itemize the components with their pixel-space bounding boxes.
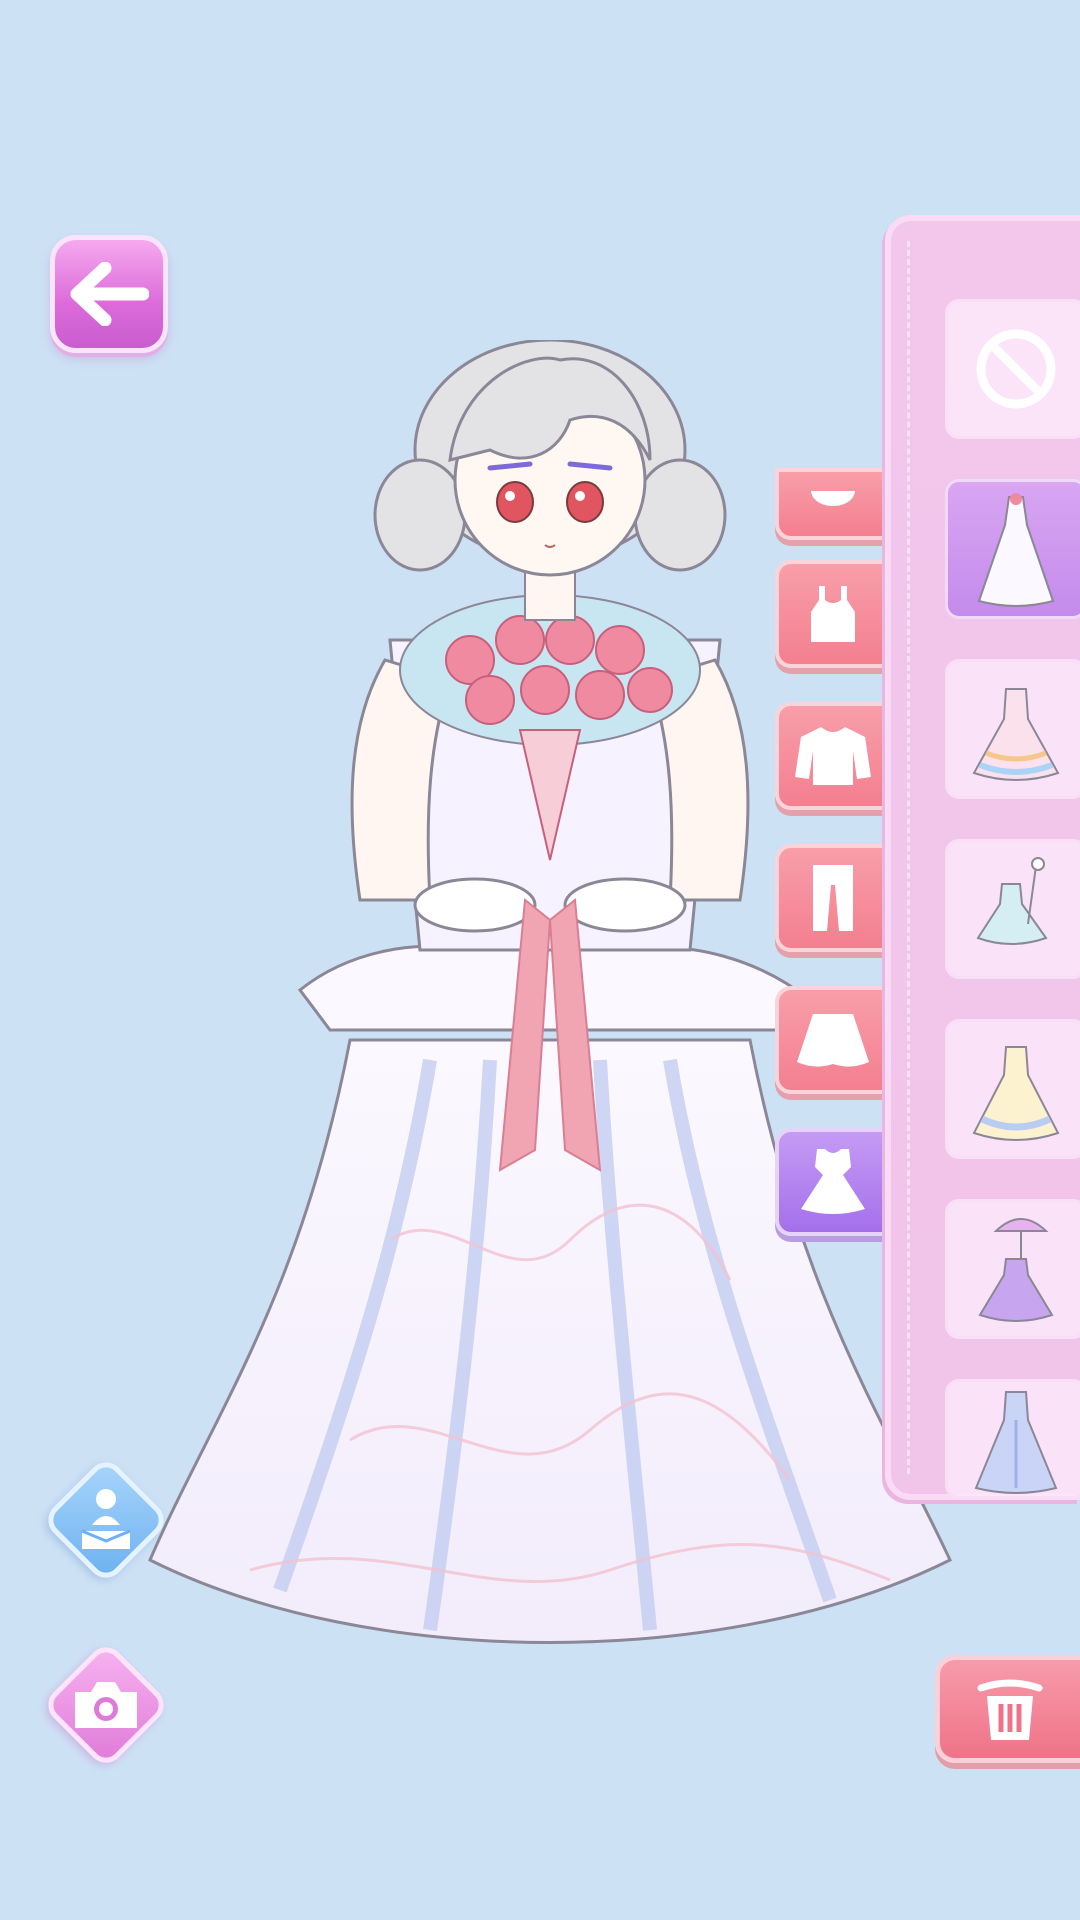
item-wedding-gown[interactable] — [945, 479, 1080, 619]
back-button[interactable] — [50, 235, 168, 353]
pose-button[interactable] — [40, 1454, 172, 1586]
camera-button[interactable] — [40, 1639, 172, 1771]
arrow-left-icon — [70, 262, 149, 326]
shirt-icon — [795, 727, 871, 785]
category-tab-top[interactable] — [775, 560, 887, 668]
ballgown-icon — [972, 1046, 1060, 1141]
item-mint-fairy-dress[interactable] — [945, 839, 1080, 979]
camisole-icon — [811, 586, 855, 642]
category-tab-skirt[interactable] — [775, 986, 887, 1094]
item-cream-blue-gown[interactable] — [945, 1019, 1080, 1159]
lace-gown-icon — [974, 1391, 1058, 1494]
item-pastel-ruffle-gown[interactable] — [945, 659, 1080, 799]
item-none[interactable] — [945, 299, 1080, 439]
face-icon — [811, 491, 855, 506]
category-tab-pants[interactable] — [775, 844, 887, 952]
trash-button[interactable] — [935, 1655, 1080, 1763]
item-parasol-purple-gown[interactable] — [945, 1199, 1080, 1339]
dress-icon — [801, 1149, 865, 1214]
ruffle-gown-icon — [972, 688, 1060, 781]
category-tab-dress[interactable] — [775, 1128, 887, 1236]
category-tabs — [775, 468, 887, 1268]
none-icon — [976, 329, 1056, 409]
pants-icon — [813, 865, 853, 931]
item-blue-lace-gown[interactable] — [945, 1379, 1080, 1499]
person-pedestal-icon — [81, 1489, 131, 1549]
wedding-gown-icon — [977, 493, 1055, 607]
category-tab-face[interactable] — [775, 468, 887, 540]
trash-icon — [977, 1679, 1043, 1740]
parasol-gown-icon — [978, 1218, 1054, 1322]
skirt-icon — [797, 1014, 869, 1067]
camera-icon — [75, 1682, 137, 1728]
item-list[interactable] — [907, 241, 1080, 1499]
category-tab-jacket[interactable] — [775, 702, 887, 810]
fairy-dress-icon — [976, 857, 1048, 945]
item-panel — [885, 215, 1080, 1500]
